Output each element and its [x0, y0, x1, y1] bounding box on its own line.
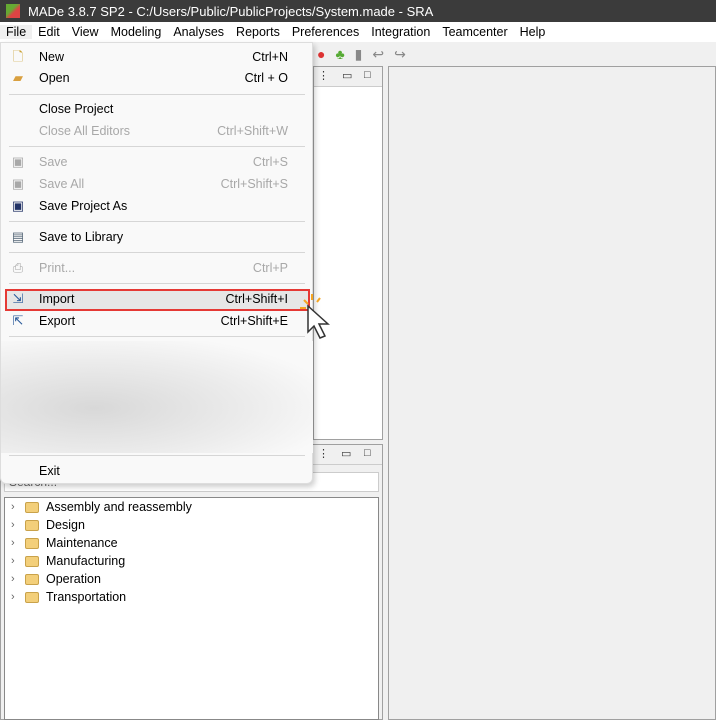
redo-icon[interactable]: ↪ [394, 46, 406, 63]
tree-item-label: Transportation [46, 590, 127, 604]
file-menu-import-shortcut: Ctrl+Shift+I [225, 292, 288, 306]
chevron-right-icon[interactable]: › [11, 537, 25, 549]
view-menu-icon[interactable]: ⋮ [318, 69, 329, 82]
import-icon: ⇲ [12, 291, 24, 306]
file-menu-save-all-shortcut: Ctrl+Shift+S [220, 177, 288, 191]
app-logo-icon [6, 4, 20, 18]
folder-icon [25, 537, 39, 549]
chevron-right-icon[interactable]: › [11, 519, 25, 531]
folder-icon [25, 501, 39, 513]
file-menu-close-all-shortcut: Ctrl+Shift+W [217, 124, 288, 138]
menu-item-save-all[interactable]: ▣ Save All Ctrl+Shift+S [1, 173, 314, 195]
library-icon: ▤ [11, 229, 25, 244]
file-menu-close-all-label: Close All Editors [39, 124, 131, 138]
tree-item-label: Maintenance [46, 536, 118, 550]
chevron-right-icon[interactable]: › [11, 555, 25, 567]
tree-item-label: Manufacturing [46, 554, 126, 568]
file-menu-import-label: Import [39, 292, 75, 306]
tree-item[interactable]: › Transportation [5, 588, 378, 606]
tree-item[interactable]: › Maintenance [5, 534, 378, 552]
file-menu-exit-label: Exit [39, 464, 60, 478]
menu-item-export[interactable]: ⇱ Export Ctrl+Shift+E [1, 310, 314, 332]
menu-reports[interactable]: Reports [230, 25, 286, 39]
file-menu-open-label: Open [39, 71, 70, 85]
tree-item-label: Design [46, 518, 85, 532]
file-menu: 🗋 New Ctrl+N ▰ Open Ctrl + O Close Project C… [0, 42, 313, 484]
menu-preferences[interactable]: Preferences [286, 25, 365, 39]
tree-item[interactable]: › Assembly and reassembly [5, 498, 378, 516]
menu-item-exit[interactable]: Exit [1, 460, 314, 482]
file-menu-save-lib-label: Save to Library [39, 230, 124, 244]
tree-icon[interactable]: ♣ [335, 46, 344, 62]
view-menu-icon[interactable]: ⋮ [318, 447, 329, 460]
folder-icon [25, 591, 39, 603]
file-menu-close-project-label: Close Project [39, 102, 114, 116]
blurred-region [1, 341, 313, 453]
chevron-right-icon[interactable]: › [11, 591, 25, 603]
menu-item-close-project[interactable]: Close Project [1, 98, 314, 120]
top-panel: ⋮ ▭ □ [313, 66, 383, 440]
menu-file[interactable]: File [0, 25, 33, 39]
maximize-icon[interactable]: □ [364, 69, 371, 81]
minimize-icon[interactable]: ▭ [342, 69, 352, 82]
file-menu-save-label: Save [39, 155, 68, 169]
title-bar: MADe 3.8.7 SP2 - C:/Users/Public/PublicP… [0, 0, 716, 22]
export-icon: ⇱ [12, 313, 24, 328]
file-menu-print-label: Print... [39, 261, 76, 275]
new-file-icon: 🗋 [12, 49, 24, 64]
file-menu-new-shortcut: Ctrl+N [252, 50, 288, 64]
print-icon: ⎙ [12, 260, 24, 275]
toolbar: ● ♣ ▮ ↩ ↪ [313, 42, 716, 66]
save-all-icon: ▣ [11, 176, 25, 191]
menu-analyses[interactable]: Analyses [167, 25, 230, 39]
document-icon[interactable]: ▮ [355, 46, 363, 63]
file-menu-open-shortcut: Ctrl + O [244, 71, 288, 85]
folder-open-icon: ▰ [13, 70, 23, 85]
tree-item[interactable]: › Design [5, 516, 378, 534]
menu-teamcenter[interactable]: Teamcenter [436, 25, 513, 39]
folder-icon [25, 555, 39, 567]
maximize-icon[interactable]: □ [364, 447, 371, 459]
menu-edit[interactable]: Edit [32, 25, 66, 39]
folder-icon [25, 519, 39, 531]
tree-item[interactable]: › Operation [5, 570, 378, 588]
save-icon: ▣ [11, 154, 25, 169]
menu-integration[interactable]: Integration [365, 25, 436, 39]
undo-icon[interactable]: ↩ [372, 46, 384, 63]
folder-icon [25, 573, 39, 585]
menu-view[interactable]: View [66, 25, 105, 39]
tree-item-label: Assembly and reassembly [46, 500, 192, 514]
mouse-cursor-icon [300, 294, 330, 339]
save-as-icon: ▣ [11, 198, 25, 213]
menu-bar: File Edit View Modeling Analyses Reports… [0, 22, 716, 42]
menu-modeling[interactable]: Modeling [105, 25, 168, 39]
file-menu-new-label: New [39, 50, 65, 64]
file-menu-save-all-label: Save All [39, 177, 85, 191]
menu-help[interactable]: Help [514, 25, 552, 39]
menu-item-save-to-library[interactable]: ▤ Save to Library [1, 226, 314, 248]
menu-item-import[interactable]: ⇲ Import Ctrl+Shift+I [1, 288, 314, 310]
file-menu-print-shortcut: Ctrl+P [252, 261, 288, 275]
menu-item-save-project-as[interactable]: ▣ Save Project As [1, 195, 314, 217]
chart-icon[interactable]: ● [317, 46, 325, 62]
chevron-right-icon[interactable]: › [11, 573, 25, 585]
tree-item-label: Operation [46, 572, 101, 586]
menu-item-new[interactable]: 🗋 New Ctrl+N [1, 46, 314, 68]
window-title: MADe 3.8.7 SP2 - C:/Users/Public/PublicP… [28, 3, 434, 19]
editor-area [388, 66, 716, 720]
menu-item-print[interactable]: ⎙ Print... Ctrl+P [1, 257, 314, 279]
menu-item-close-all-editors[interactable]: Close All Editors Ctrl+Shift+W [1, 120, 314, 142]
menu-item-open[interactable]: ▰ Open Ctrl + O [1, 67, 314, 89]
menu-item-save[interactable]: ▣ Save Ctrl+S [1, 151, 314, 173]
file-menu-export-label: Export [39, 314, 76, 328]
tree-item[interactable]: › Manufacturing [5, 552, 378, 570]
file-menu-save-as-label: Save Project As [39, 199, 128, 213]
file-menu-save-shortcut: Ctrl+S [252, 155, 288, 169]
minimize-icon[interactable]: ▭ [341, 447, 351, 460]
chevron-right-icon[interactable]: › [11, 501, 25, 513]
library-tree: › Assembly and reassembly › Design › Mainte… [4, 497, 379, 720]
file-menu-export-shortcut: Ctrl+Shift+E [220, 314, 288, 328]
